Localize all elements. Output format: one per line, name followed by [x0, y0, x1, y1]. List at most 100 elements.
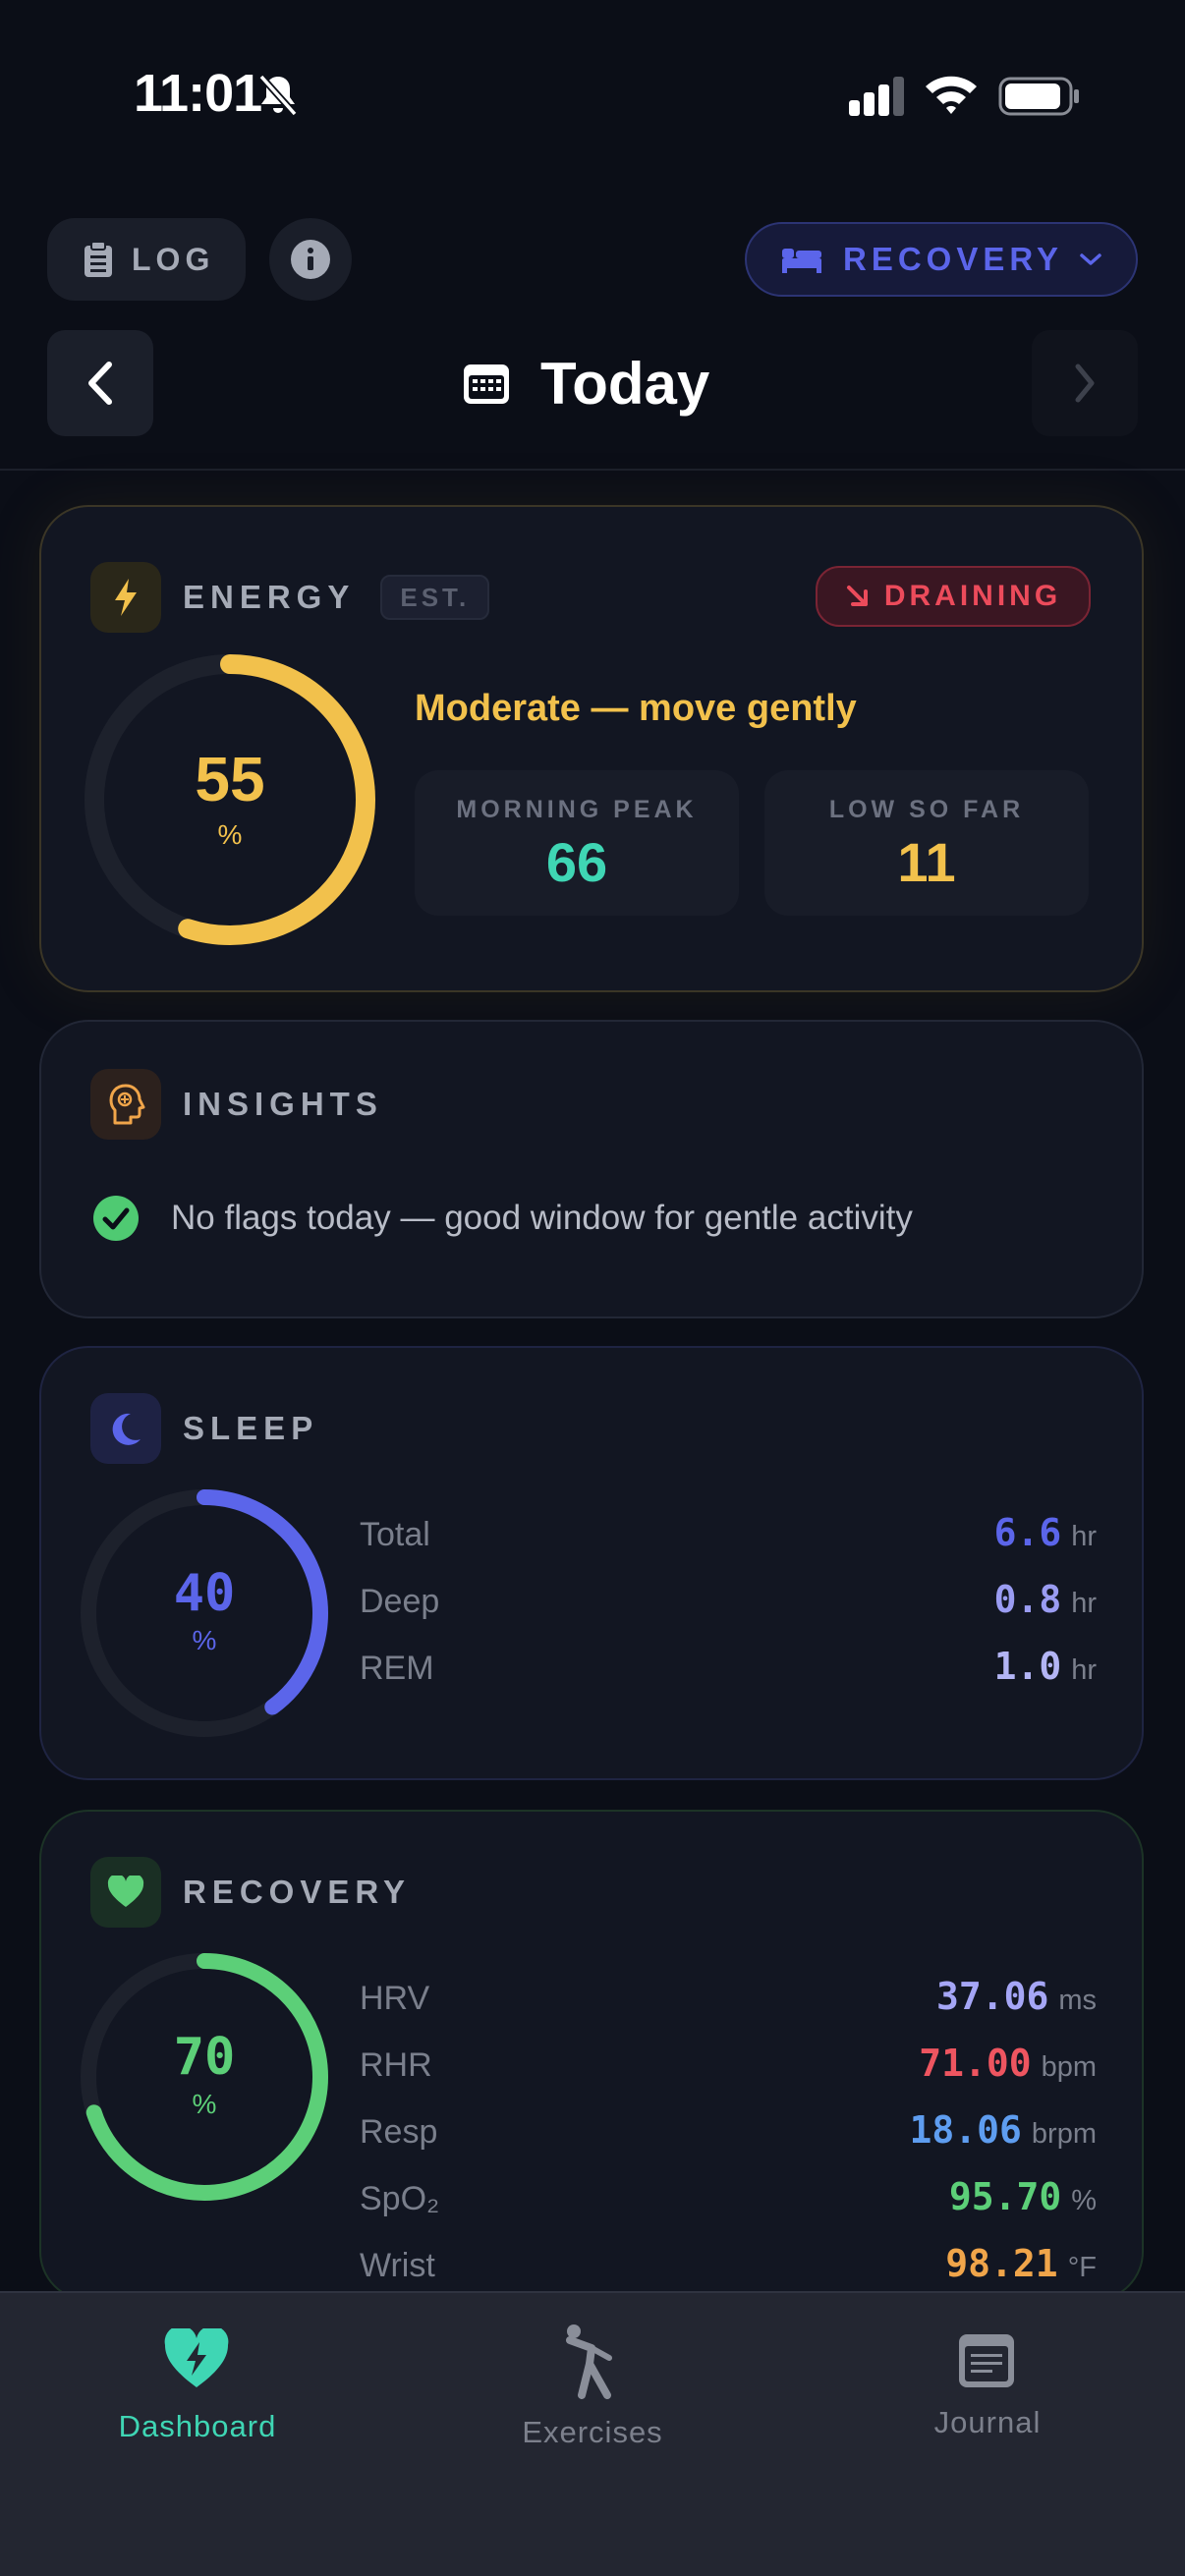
tab-exercises-label: Exercises [522, 2415, 663, 2449]
mode-label: RECOVERY [843, 241, 1063, 277]
recovery-row-value: 71.00 [919, 2042, 1032, 2085]
sleep-ring: 40 % [79, 1487, 330, 1739]
log-label: LOG [132, 241, 215, 277]
insights-header: INSIGHTS [90, 1069, 383, 1140]
sleep-row-unit: hr [1071, 1588, 1097, 1619]
recovery-card[interactable]: RECOVERY 70 % HRV 37.06 ms RHR 71.00 bpm… [39, 1810, 1144, 2301]
sleep-row-value: 6.6 [993, 1511, 1062, 1554]
header-divider [0, 469, 1185, 471]
recovery-row-value: 37.06 [935, 1975, 1049, 2018]
chevron-down-icon [1080, 253, 1101, 265]
morning-peak-value: 66 [545, 831, 608, 893]
chevron-right-icon [1075, 364, 1095, 403]
insight-message: No flags today — good window for gentle … [171, 1199, 913, 1237]
battery-icon [998, 77, 1079, 116]
sleep-value: 40 [173, 1564, 236, 1623]
tab-journal[interactable]: Journal [790, 2293, 1185, 2490]
recovery-row-spo2: SpO₂ 95.70 % [360, 2175, 1097, 2234]
draining-badge: DRAINING [816, 566, 1091, 627]
sleep-row-total: Total 6.6 hr [360, 1511, 1097, 1570]
heart-bolt-icon [164, 2328, 229, 2387]
recovery-row-resp: Resp 18.06 brpm [360, 2108, 1097, 2167]
bed-icon [782, 249, 821, 273]
recovery-row-value: 18.06 [909, 2108, 1022, 2152]
energy-status: Moderate — move gently [415, 688, 857, 729]
energy-title: ENERGY [183, 579, 356, 615]
arrow-down-right-icon [846, 586, 868, 606]
draining-label: DRAINING [883, 580, 1062, 612]
cellular-signal-icon [849, 77, 904, 116]
sleep-row-deep: Deep 0.8 hr [360, 1578, 1097, 1637]
insight-item: No flags today — good window for gentle … [92, 1195, 913, 1242]
next-day-button[interactable] [1032, 330, 1138, 436]
low-so-far-value: 11 [897, 831, 956, 893]
morning-peak-label: MORNING PEAK [456, 796, 698, 823]
tab-exercises[interactable]: Exercises [395, 2293, 790, 2490]
sleep-title: SLEEP [183, 1410, 319, 1446]
log-button[interactable]: LOG [47, 218, 246, 301]
energy-header: ENERGY EST. [90, 562, 490, 633]
clipboard-icon [85, 241, 112, 277]
recovery-row-label: RHR [360, 2046, 432, 2084]
sleep-row-unit: hr [1071, 1654, 1097, 1686]
low-so-far-box: LOW SO FAR 11 [764, 770, 1089, 916]
check-circle-icon [93, 1196, 139, 1241]
sleep-unit: % [192, 1625, 217, 1655]
sleep-card[interactable]: SLEEP 40 % Total 6.6 hr Deep 0.8 hr REM … [39, 1346, 1144, 1780]
sleep-row-label: Deep [360, 1583, 440, 1620]
recovery-row-label: SpO₂ [360, 2180, 440, 2217]
sleep-row-label: Total [360, 1516, 430, 1553]
energy-card[interactable]: ENERGY EST. DRAINING 55 % Moderate — mov… [39, 505, 1144, 992]
recovery-row-label: HRV [360, 1980, 430, 2017]
wifi-icon [926, 76, 977, 114]
energy-value: 55 [195, 744, 265, 814]
status-bar: 11:01 [0, 0, 1185, 187]
recovery-row-unit: bpm [1041, 2051, 1097, 2083]
tab-bar: Dashboard Exercises Journal [0, 2291, 1185, 2576]
sleep-row-value: 1.0 [993, 1645, 1062, 1688]
sleep-row-unit: hr [1071, 1521, 1097, 1552]
chevron-left-icon [88, 362, 112, 405]
recovery-header: RECOVERY [90, 1857, 411, 1928]
recovery-row-unit: brpm [1031, 2118, 1097, 2150]
sleep-icon-tile [90, 1393, 161, 1464]
moon-icon [112, 1413, 141, 1445]
low-so-far-label: LOW SO FAR [828, 796, 1025, 823]
calendar-icon [464, 364, 509, 404]
info-icon [291, 240, 330, 279]
info-button[interactable] [269, 218, 352, 301]
energy-icon-tile [90, 562, 161, 633]
recovery-value: 70 [173, 2028, 236, 2087]
tab-dashboard-label: Dashboard [118, 2409, 277, 2443]
sleep-header: SLEEP [90, 1393, 318, 1464]
recovery-row-unit: % [1071, 2185, 1097, 2216]
bell-muted-icon [258, 74, 298, 117]
recovery-row-label: Wrist [360, 2247, 435, 2284]
estimate-badge: EST. [380, 575, 490, 620]
energy-unit: % [217, 819, 243, 850]
recovery-icon-tile [90, 1857, 161, 1928]
notepad-icon [959, 2334, 1014, 2387]
sleep-row-value: 0.8 [993, 1578, 1062, 1621]
recovery-row-value: 98.21 [945, 2242, 1058, 2285]
tab-dashboard[interactable]: Dashboard [0, 2293, 395, 2490]
previous-day-button[interactable] [47, 330, 153, 436]
insights-icon-tile [90, 1069, 161, 1140]
mode-dropdown[interactable]: RECOVERY [745, 222, 1138, 297]
recovery-row-hrv: HRV 37.06 ms [360, 1975, 1097, 2034]
status-time: 11:01 [134, 64, 262, 123]
recovery-row-value: 95.70 [948, 2175, 1062, 2218]
recovery-row-unit: ms [1058, 1985, 1097, 2016]
morning-peak-box: MORNING PEAK 66 [415, 770, 739, 916]
recovery-row-unit: °F [1067, 2252, 1097, 2283]
tab-journal-label: Journal [933, 2405, 1042, 2439]
date-title[interactable]: Today [462, 346, 709, 420]
recovery-unit: % [192, 2089, 217, 2119]
energy-ring: 55 % [83, 652, 377, 947]
lightning-icon [115, 579, 137, 616]
recovery-title: RECOVERY [183, 1874, 411, 1910]
heart-icon [107, 1876, 144, 1907]
recovery-row-label: Resp [360, 2113, 438, 2151]
stretching-figure-icon [566, 2324, 612, 2399]
insights-card[interactable]: INSIGHTS No flags today — good window fo… [39, 1020, 1144, 1318]
